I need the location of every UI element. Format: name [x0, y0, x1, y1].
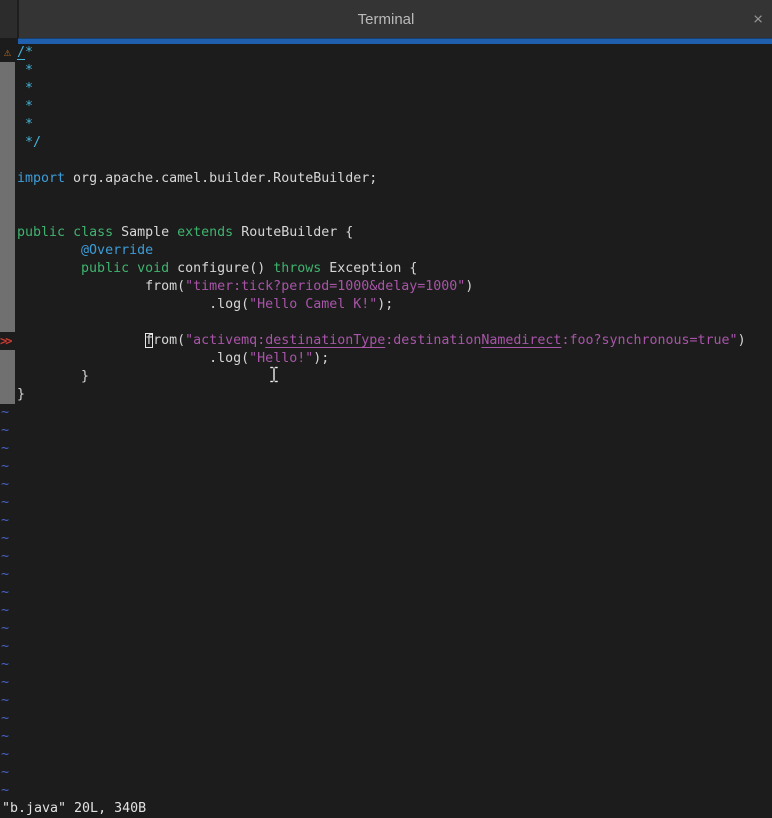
- code-line: public void configure() throws Exception…: [0, 260, 772, 278]
- gutter-cell: [0, 188, 15, 206]
- gutter-cell: [0, 116, 15, 134]
- code-line: *: [0, 62, 772, 80]
- gutter-cell: [0, 80, 15, 98]
- empty-buffer-line: ~: [0, 440, 772, 458]
- empty-buffer-line: ~: [0, 764, 772, 782]
- vim-status-line: "b.java" 20L, 340B: [0, 800, 772, 818]
- empty-buffer-line: ~: [0, 404, 772, 422]
- code-line: .log("Hello Camel K!");: [0, 296, 772, 314]
- code-line: }: [0, 386, 772, 404]
- gutter-cell: [0, 152, 15, 170]
- empty-buffer-line: ~: [0, 620, 772, 638]
- gutter-cell: [0, 98, 15, 116]
- gutter-cell: [0, 278, 15, 296]
- empty-buffer-line: ~: [0, 494, 772, 512]
- empty-buffer-line: ~: [0, 548, 772, 566]
- gutter-cell: [0, 296, 15, 314]
- code-line: >> from("activemq:destinationType:destin…: [0, 332, 772, 350]
- code-line: [0, 152, 772, 170]
- code-line: */: [0, 134, 772, 152]
- empty-buffer-line: ~: [0, 566, 772, 584]
- warning-sign-icon: ⚠: [0, 44, 15, 62]
- vim-block-cursor: f: [145, 333, 153, 348]
- empty-buffer-line: ~: [0, 638, 772, 656]
- code-line: public class Sample extends RouteBuilder…: [0, 224, 772, 242]
- code-line: [0, 206, 772, 224]
- empty-buffer-line: ~: [0, 422, 772, 440]
- empty-buffer-line: ~: [0, 512, 772, 530]
- empty-buffer-line: ~: [0, 656, 772, 674]
- gutter-cell: [0, 224, 15, 242]
- empty-buffer-line: ~: [0, 782, 772, 800]
- terminal-window: Terminal × ⚠/* * * * * */ import org.apac…: [0, 0, 772, 818]
- code-line: [0, 314, 772, 332]
- code-line: *: [0, 116, 772, 134]
- code-line: *: [0, 80, 772, 98]
- gutter-cell: [0, 386, 15, 404]
- window-title: Terminal: [358, 11, 415, 28]
- error-sign-icon: >>: [0, 332, 15, 350]
- code-line: import org.apache.camel.builder.RouteBui…: [0, 170, 772, 188]
- code-line: @Override: [0, 242, 772, 260]
- empty-buffer-line: ~: [0, 746, 772, 764]
- empty-buffer-line: ~: [0, 674, 772, 692]
- code-line: from("timer:tick?period=1000&delay=1000"…: [0, 278, 772, 296]
- empty-buffer-line: ~: [0, 710, 772, 728]
- empty-buffer-line: ~: [0, 584, 772, 602]
- empty-buffer-line: ~: [0, 728, 772, 746]
- code-line: }: [0, 368, 772, 386]
- titlebar-left-edge: [0, 0, 19, 38]
- empty-buffer-line: ~: [0, 458, 772, 476]
- titlebar[interactable]: Terminal ×: [0, 0, 772, 38]
- gutter-cell: [0, 206, 15, 224]
- gutter-cell: [0, 368, 15, 386]
- gutter-cell: [0, 134, 15, 152]
- code-line: [0, 188, 772, 206]
- code-line: *: [0, 98, 772, 116]
- gutter-cell: [0, 350, 15, 368]
- empty-buffer-line: ~: [0, 602, 772, 620]
- close-icon[interactable]: ×: [753, 11, 763, 28]
- empty-buffer-line: ~: [0, 530, 772, 548]
- editor-rows: ⚠/* * * * * */ import org.apache.camel.bu…: [0, 44, 772, 800]
- empty-buffer-line: ~: [0, 692, 772, 710]
- code-line: ⚠/*: [0, 44, 772, 62]
- gutter-cell: [0, 242, 15, 260]
- gutter-cell: [0, 314, 15, 332]
- empty-buffer-line: ~: [0, 476, 772, 494]
- terminal-screen[interactable]: ⚠/* * * * * */ import org.apache.camel.bu…: [0, 44, 772, 818]
- gutter-cell: [0, 260, 15, 278]
- gutter-cell: [0, 170, 15, 188]
- gutter-cell: [0, 62, 15, 80]
- code-line: .log("Hello!");: [0, 350, 772, 368]
